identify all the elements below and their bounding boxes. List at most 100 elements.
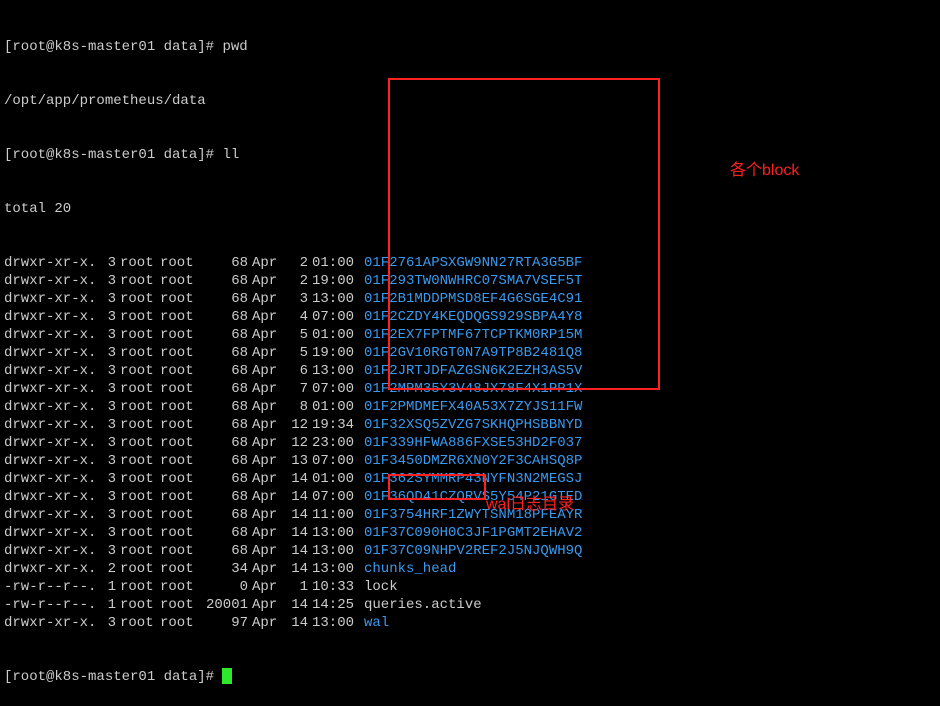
- file-name: queries.active: [364, 596, 482, 614]
- list-col-month: Apr: [252, 506, 284, 524]
- list-col-group: root: [160, 614, 200, 632]
- list-item: drwxr-xr-x.3rootroot68Apr407:0001F2CZDY4…: [4, 308, 936, 326]
- list-col-owner: root: [120, 290, 160, 308]
- list-col-month: Apr: [252, 272, 284, 290]
- list-col-group: root: [160, 470, 200, 488]
- list-col-day: 12: [284, 416, 308, 434]
- directory-listing: drwxr-xr-x.3rootroot68Apr201:0001F2761AP…: [4, 254, 936, 632]
- list-col-time: 07:00: [312, 452, 360, 470]
- list-item: drwxr-xr-x.3rootroot68Apr201:0001F2761AP…: [4, 254, 936, 272]
- list-col-owner: root: [120, 578, 160, 596]
- list-col-owner: root: [120, 254, 160, 272]
- list-col-owner: root: [120, 488, 160, 506]
- list-col-group: root: [160, 290, 200, 308]
- list-col-time: 13:00: [312, 614, 360, 632]
- list-col-size: 20001: [200, 596, 248, 614]
- list-col-size: 68: [200, 452, 248, 470]
- list-col-links: 3: [100, 488, 116, 506]
- list-col-group: root: [160, 524, 200, 542]
- list-col-owner: root: [120, 326, 160, 344]
- list-col-day: 3: [284, 290, 308, 308]
- command-ll: ll: [222, 146, 239, 164]
- list-item: drwxr-xr-x.3rootroot68Apr1413:0001F37C09…: [4, 524, 936, 542]
- file-name: 01F2JRTJDFAZGSN6K2EZH3AS5V: [364, 362, 582, 380]
- prompt-line-cursor[interactable]: [root@k8s-master01 data]#: [4, 668, 936, 686]
- prompt-line-pwd: [root@k8s-master01 data]# pwd: [4, 38, 936, 56]
- list-item: drwxr-xr-x.3rootroot97Apr1413:00wal: [4, 614, 936, 632]
- file-name: wal: [364, 614, 389, 632]
- list-col-size: 68: [200, 326, 248, 344]
- list-col-owner: root: [120, 524, 160, 542]
- list-col-owner: root: [120, 344, 160, 362]
- list-col-month: Apr: [252, 326, 284, 344]
- list-col-time: 14:25: [312, 596, 360, 614]
- file-name: 01F32XSQ5ZVZG7SKHQPHSBBNYD: [364, 416, 582, 434]
- list-col-perms: drwxr-xr-x.: [4, 488, 100, 506]
- list-col-size: 68: [200, 344, 248, 362]
- list-col-day: 6: [284, 362, 308, 380]
- list-col-day: 14: [284, 470, 308, 488]
- list-col-owner: root: [120, 596, 160, 614]
- list-col-perms: drwxr-xr-x.: [4, 542, 100, 560]
- list-col-links: 3: [100, 362, 116, 380]
- list-col-links: 3: [100, 308, 116, 326]
- list-col-month: Apr: [252, 398, 284, 416]
- list-col-perms: drwxr-xr-x.: [4, 362, 100, 380]
- list-col-month: Apr: [252, 362, 284, 380]
- list-col-month: Apr: [252, 596, 284, 614]
- list-col-perms: drwxr-xr-x.: [4, 254, 100, 272]
- list-col-time: 19:34: [312, 416, 360, 434]
- list-col-size: 68: [200, 362, 248, 380]
- list-col-time: 07:00: [312, 488, 360, 506]
- list-col-month: Apr: [252, 524, 284, 542]
- list-col-perms: drwxr-xr-x.: [4, 308, 100, 326]
- list-col-links: 3: [100, 290, 116, 308]
- list-col-day: 1: [284, 578, 308, 596]
- shell-prompt: [root@k8s-master01 data]#: [4, 668, 222, 686]
- list-col-links: 3: [100, 380, 116, 398]
- file-name: chunks_head: [364, 560, 456, 578]
- list-col-month: Apr: [252, 488, 284, 506]
- file-name: 01F2EX7FPTMF67TCPTKM0RP15M: [364, 326, 582, 344]
- file-name: 01F3450DMZR6XN0Y2F3CAHSQ8P: [364, 452, 582, 470]
- list-col-month: Apr: [252, 380, 284, 398]
- list-col-size: 34: [200, 560, 248, 578]
- shell-prompt: [root@k8s-master01 data]#: [4, 146, 222, 164]
- list-col-links: 1: [100, 596, 116, 614]
- terminal-output: [root@k8s-master01 data]# pwd /opt/app/p…: [0, 0, 940, 706]
- list-col-group: root: [160, 398, 200, 416]
- list-col-owner: root: [120, 506, 160, 524]
- shell-prompt: [root@k8s-master01 data]#: [4, 38, 222, 56]
- file-name: 01F2PMDMEFX40A53X7ZYJS11FW: [364, 398, 582, 416]
- annotation-label-blocks: 各个block: [730, 162, 799, 180]
- file-name: 01F2CZDY4KEQDQGS929SBPA4Y8: [364, 308, 582, 326]
- list-item: drwxr-xr-x.3rootroot68Apr1411:0001F3754H…: [4, 506, 936, 524]
- list-col-owner: root: [120, 560, 160, 578]
- list-col-group: root: [160, 596, 200, 614]
- list-col-day: 14: [284, 560, 308, 578]
- list-col-time: 07:00: [312, 380, 360, 398]
- list-col-time: 10:33: [312, 578, 360, 596]
- list-col-perms: -rw-r--r--.: [4, 596, 100, 614]
- list-col-time: 01:00: [312, 470, 360, 488]
- list-col-month: Apr: [252, 344, 284, 362]
- file-name: 01F293TW0NWHRC07SMA7VSEF5T: [364, 272, 582, 290]
- file-name: 01F2B1MDDPMSD8EF4G6SGE4C91: [364, 290, 582, 308]
- list-col-perms: drwxr-xr-x.: [4, 398, 100, 416]
- list-col-day: 4: [284, 308, 308, 326]
- list-col-size: 68: [200, 416, 248, 434]
- list-col-links: 3: [100, 470, 116, 488]
- file-name: 01F339HFWA886FXSE53HD2F037: [364, 434, 582, 452]
- list-col-month: Apr: [252, 290, 284, 308]
- list-col-size: 68: [200, 524, 248, 542]
- list-col-perms: drwxr-xr-x.: [4, 326, 100, 344]
- list-col-size: 68: [200, 434, 248, 452]
- list-col-size: 68: [200, 398, 248, 416]
- list-col-perms: drwxr-xr-x.: [4, 524, 100, 542]
- list-col-month: Apr: [252, 578, 284, 596]
- list-col-links: 3: [100, 614, 116, 632]
- list-col-month: Apr: [252, 416, 284, 434]
- file-name: 01F362SYMMRP43NYFN3N2MEGSJ: [364, 470, 582, 488]
- list-col-day: 13: [284, 452, 308, 470]
- list-col-links: 3: [100, 434, 116, 452]
